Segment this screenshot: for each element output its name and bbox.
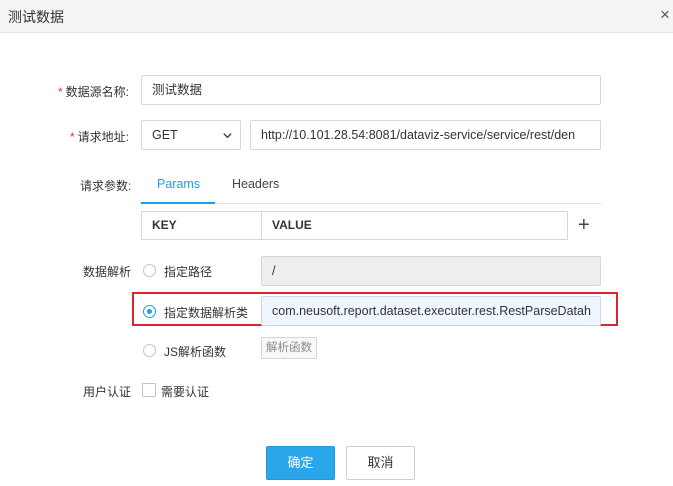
dialog-title: 测试数据 bbox=[8, 9, 64, 25]
dialog-header: 测试数据 × bbox=[0, 0, 673, 33]
tab-params[interactable]: Params bbox=[157, 177, 200, 191]
required-mark: * bbox=[70, 130, 75, 144]
required-mark: * bbox=[58, 85, 63, 99]
datasource-name-label-text: 数据源名称: bbox=[65, 85, 130, 99]
radio-js-function[interactable] bbox=[143, 344, 156, 357]
chevron-down-icon bbox=[223, 133, 232, 139]
radio-specified-path[interactable] bbox=[143, 264, 156, 277]
datasource-name-input[interactable]: 测试数据 bbox=[141, 75, 601, 105]
add-param-button[interactable]: + bbox=[578, 215, 590, 235]
user-auth-label: 用户认证 bbox=[83, 385, 132, 399]
radio-parse-class-label: 指定数据解析类 bbox=[164, 306, 249, 320]
column-header-value: VALUE bbox=[272, 218, 312, 232]
params-table-header: KEY VALUE bbox=[141, 211, 568, 240]
radio-js-function-label: JS解析函数 bbox=[164, 345, 227, 359]
method-select[interactable]: GET bbox=[141, 120, 241, 150]
cancel-button[interactable]: 取消 bbox=[346, 446, 415, 480]
request-url-input[interactable]: http://10.101.28.54:8081/dataviz-service… bbox=[250, 120, 601, 150]
auth-checkbox-label: 需要认证 bbox=[161, 385, 210, 399]
datasource-name-label: * 数据源名称: bbox=[58, 83, 129, 100]
radio-specified-path-label: 指定路径 bbox=[164, 265, 213, 279]
auth-checkbox[interactable] bbox=[142, 383, 156, 397]
request-url-label-text: 请求地址: bbox=[77, 130, 130, 144]
confirm-button[interactable]: 确定 bbox=[266, 446, 335, 480]
method-select-value: GET bbox=[152, 128, 178, 142]
tab-headers[interactable]: Headers bbox=[232, 177, 279, 191]
request-url-label: * 请求地址: bbox=[70, 128, 129, 145]
data-parse-label: 数据解析 bbox=[83, 265, 132, 279]
parse-class-input[interactable]: com.neusoft.report.dataset.executer.rest… bbox=[261, 296, 601, 326]
parse-function-button[interactable]: 解析函数 bbox=[261, 337, 317, 359]
close-icon[interactable]: × bbox=[657, 6, 673, 24]
active-tab-indicator bbox=[141, 202, 215, 204]
path-input[interactable]: / bbox=[261, 256, 601, 286]
request-params-label: 请求参数: bbox=[80, 179, 132, 193]
radio-parse-class[interactable] bbox=[143, 305, 156, 318]
column-header-key: KEY bbox=[142, 212, 262, 239]
